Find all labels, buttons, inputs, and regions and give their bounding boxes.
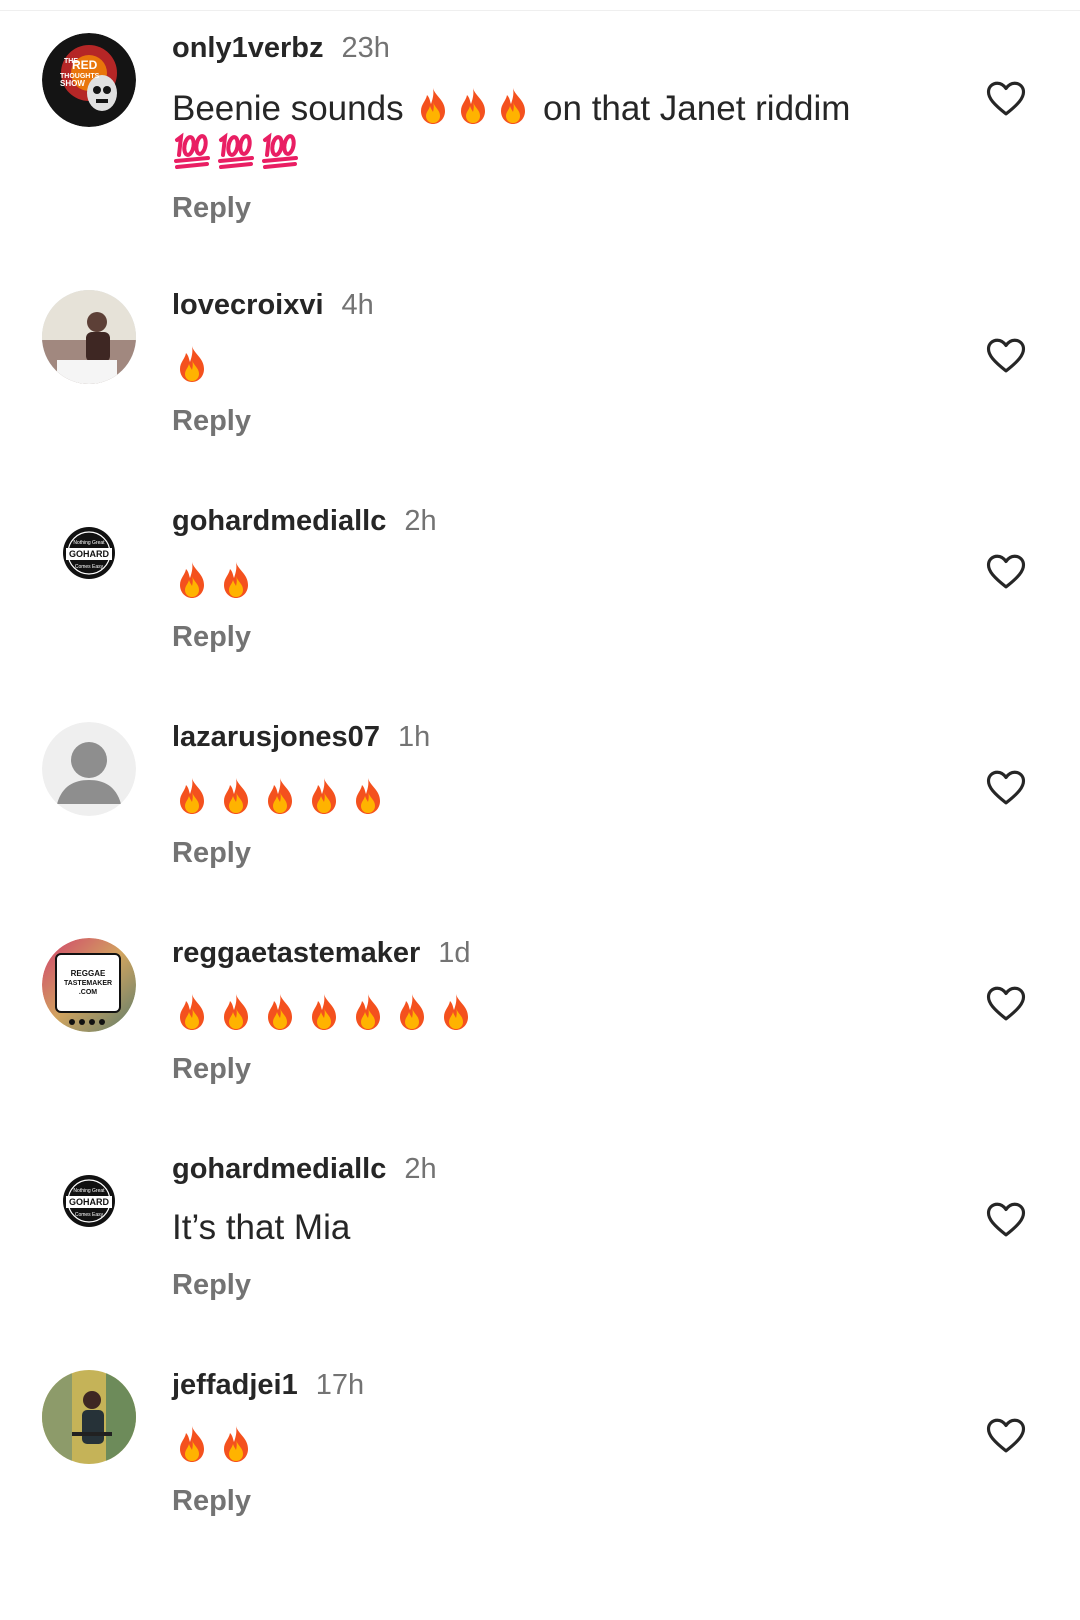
- comment-username[interactable]: only1verbz: [172, 32, 324, 64]
- avatar-logo-text: GOHARD: [69, 549, 109, 559]
- comment-text-part: on that Janet riddim: [543, 89, 851, 128]
- reply-button[interactable]: Reply: [172, 619, 932, 655]
- heart-outline-icon[interactable]: [985, 1415, 1027, 1457]
- avatar-logo-text: RED: [72, 58, 98, 72]
- fire-emoji-icon: [421, 88, 446, 124]
- fire-emoji-row: [172, 343, 932, 385]
- fire-emoji-icon: [268, 778, 292, 814]
- fire-emoji-icon: [356, 994, 380, 1030]
- fire-emoji-row: [172, 775, 932, 817]
- reply-button[interactable]: Reply: [172, 835, 932, 871]
- fire-emoji-icon: [180, 346, 204, 382]
- hundred-points-emoji-icon: [218, 132, 254, 169]
- comment-timestamp: 1d: [438, 937, 471, 969]
- comment-timestamp: 17h: [315, 1369, 365, 1401]
- fire-emoji-icon: [268, 994, 292, 1030]
- avatar-logo-text: .COM: [79, 989, 97, 996]
- fire-emoji-icon: [180, 562, 204, 598]
- fire-emoji-icon: [312, 994, 336, 1030]
- fire-emoji-icon: [224, 562, 248, 598]
- fire-emoji-icon: [224, 778, 248, 814]
- fire-emoji-row: [172, 991, 932, 1033]
- fire-emoji-icon: [400, 994, 424, 1030]
- reply-button[interactable]: Reply: [172, 1051, 932, 1087]
- comment-timestamp: 23h: [341, 32, 390, 64]
- avatar[interactable]: [42, 722, 136, 816]
- comment-text: [172, 1423, 932, 1465]
- reply-button[interactable]: Reply: [172, 403, 932, 439]
- comment-timestamp: 2h: [404, 1153, 437, 1185]
- fire-emoji-icon: [501, 88, 526, 124]
- fire-emoji-icon: [180, 994, 204, 1030]
- avatar-logo-text: TASTEMAKER: [64, 980, 112, 987]
- avatar[interactable]: REGGAE TASTEMAKER .COM: [42, 938, 136, 1032]
- fire-emoji-icon: [461, 88, 486, 124]
- comment-username[interactable]: gohardmediallc: [172, 1153, 386, 1185]
- heart-outline-icon[interactable]: [985, 78, 1027, 120]
- heart-outline-icon[interactable]: [985, 983, 1027, 1025]
- comment-text: [172, 991, 932, 1033]
- avatar-logo-text: Nothing Great: [73, 1188, 105, 1194]
- fire-emoji-icon: [224, 994, 248, 1030]
- reply-button[interactable]: Reply: [172, 1483, 932, 1519]
- comment-text: [172, 343, 932, 385]
- avatar-logo-text: GOHARD: [69, 1197, 109, 1207]
- comment-timestamp: 1h: [397, 721, 431, 753]
- comment-text-part: Beenie sounds: [172, 89, 404, 128]
- comment-timestamp: 4h: [341, 289, 374, 321]
- avatar-logo-text: REGGAE: [71, 969, 106, 978]
- top-divider: [0, 10, 1080, 11]
- fire-emoji-icon: [180, 778, 204, 814]
- heart-outline-icon[interactable]: [985, 551, 1027, 593]
- avatar[interactable]: [42, 290, 136, 384]
- comment-timestamp: 2h: [404, 505, 437, 537]
- comment-username[interactable]: lazarusjones07: [172, 721, 380, 753]
- fire-emoji-row: [172, 1423, 932, 1465]
- comment-username[interactable]: reggaetastemaker: [172, 937, 420, 969]
- avatar-logo-text: Nothing Great: [73, 540, 105, 546]
- comment-text: [172, 559, 932, 601]
- heart-outline-icon[interactable]: [985, 767, 1027, 809]
- comment-text: Beenie sounds on that Janet riddim: [172, 86, 932, 172]
- avatar-logo-text: SHOW: [60, 79, 85, 88]
- avatar-logo-text: Comes Easy: [75, 1212, 104, 1218]
- avatar[interactable]: Nothing Great GOHARD Comes Easy: [42, 1154, 136, 1248]
- avatar[interactable]: Nothing Great GOHARD Comes Easy: [42, 506, 136, 600]
- reply-button[interactable]: Reply: [172, 1267, 932, 1303]
- hundred-points-emoji-icon: [262, 132, 298, 169]
- avatar[interactable]: THE RED THOUGHTS SHOW: [42, 33, 136, 127]
- reply-button[interactable]: Reply: [172, 190, 932, 226]
- heart-outline-icon[interactable]: [985, 1199, 1027, 1241]
- comment-username[interactable]: lovecroixvi: [172, 289, 324, 321]
- avatar-logo-text: Comes Easy: [75, 564, 104, 570]
- fire-emoji-icon: [312, 778, 336, 814]
- comment-text: [172, 775, 932, 817]
- fire-emoji-icon: [444, 994, 468, 1030]
- fire-emoji-icon: [356, 778, 380, 814]
- fire-emoji-icon: [180, 1426, 204, 1462]
- hundred-points-emoji-icon: [174, 132, 210, 169]
- heart-outline-icon[interactable]: [985, 335, 1027, 377]
- fire-emoji-row: [172, 559, 932, 601]
- comment-text: It’s that Mia: [172, 1208, 351, 1247]
- hundred-emoji-row: [172, 130, 932, 172]
- fire-emoji-group: [413, 88, 533, 128]
- comment-username[interactable]: jeffadjei1: [172, 1369, 298, 1401]
- comment-username[interactable]: gohardmediallc: [172, 505, 386, 537]
- avatar[interactable]: [42, 1370, 136, 1464]
- fire-emoji-icon: [224, 1426, 248, 1462]
